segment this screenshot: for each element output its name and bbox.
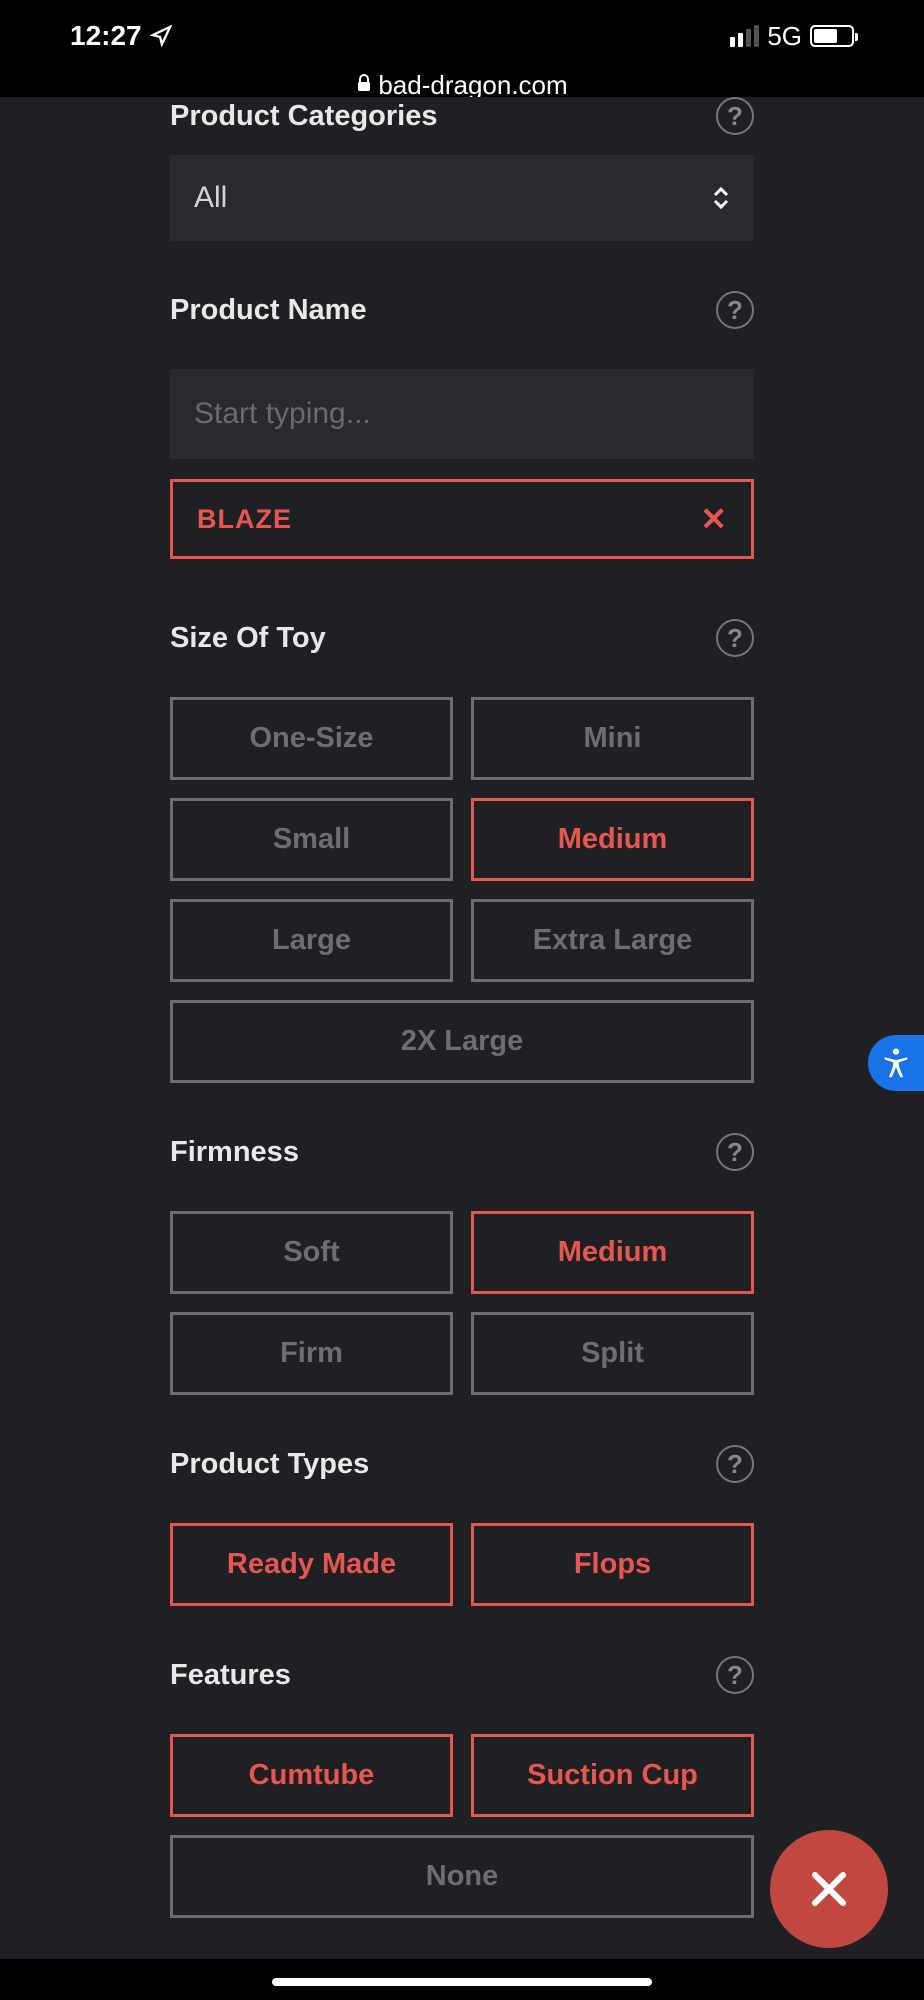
features-grid: Cumtube Suction Cup None: [170, 1734, 754, 1918]
help-icon[interactable]: ?: [716, 1445, 754, 1483]
help-icon[interactable]: ?: [716, 97, 754, 135]
size-title: Size Of Toy: [170, 622, 326, 655]
feature-option[interactable]: Suction Cup: [471, 1734, 754, 1817]
categories-title: Product Categories: [170, 100, 438, 133]
status-bar: 12:27 5G: [0, 0, 924, 62]
name-title: Product Name: [170, 294, 367, 327]
types-header: Product Types ?: [170, 1445, 754, 1503]
size-option[interactable]: One-Size: [170, 697, 453, 780]
chevron-updown-icon: [712, 186, 730, 210]
size-header: Size Of Toy ?: [170, 619, 754, 677]
firmness-option[interactable]: Split: [471, 1312, 754, 1395]
close-button[interactable]: [770, 1830, 888, 1948]
size-grid: One-Size Mini Small Medium Large Extra L…: [170, 697, 754, 1083]
lock-icon: [356, 74, 372, 97]
home-indicator[interactable]: [272, 1978, 652, 1986]
size-option[interactable]: Extra Large: [471, 899, 754, 982]
size-option[interactable]: 2X Large: [170, 1000, 754, 1083]
firmness-option[interactable]: Firm: [170, 1312, 453, 1395]
firmness-option[interactable]: Medium: [471, 1211, 754, 1294]
feature-option[interactable]: None: [170, 1835, 754, 1918]
size-option[interactable]: Medium: [471, 798, 754, 881]
feature-option[interactable]: Cumtube: [170, 1734, 453, 1817]
name-tag: BLAZE ✕: [170, 479, 754, 559]
tag-label: BLAZE: [197, 504, 292, 535]
firmness-option[interactable]: Soft: [170, 1211, 453, 1294]
size-option[interactable]: Small: [170, 798, 453, 881]
types-grid: Ready Made Flops: [170, 1523, 754, 1606]
categories-value: All: [194, 181, 227, 215]
name-input[interactable]: [170, 369, 754, 459]
accessibility-button[interactable]: [868, 1035, 924, 1091]
signal-icon: [730, 25, 759, 47]
type-option[interactable]: Flops: [471, 1523, 754, 1606]
close-icon[interactable]: ✕: [700, 500, 727, 538]
categories-header: Product Categories ?: [170, 97, 754, 155]
types-title: Product Types: [170, 1448, 369, 1481]
location-icon: [150, 25, 172, 47]
firmness-grid: Soft Medium Firm Split: [170, 1211, 754, 1395]
name-header: Product Name ?: [170, 291, 754, 349]
help-icon[interactable]: ?: [716, 619, 754, 657]
features-title: Features: [170, 1659, 291, 1692]
help-icon[interactable]: ?: [716, 1656, 754, 1694]
features-header: Features ?: [170, 1656, 754, 1714]
categories-dropdown[interactable]: All: [170, 155, 754, 241]
close-icon: [805, 1865, 853, 1913]
status-time: 12:27: [70, 20, 142, 52]
size-option[interactable]: Large: [170, 899, 453, 982]
network-label: 5G: [767, 21, 802, 52]
firmness-title: Firmness: [170, 1136, 299, 1169]
size-option[interactable]: Mini: [471, 697, 754, 780]
accessibility-icon: [879, 1046, 913, 1080]
status-left: 12:27: [70, 20, 172, 52]
firmness-header: Firmness ?: [170, 1133, 754, 1191]
status-right: 5G: [730, 21, 854, 52]
battery-icon: [810, 25, 854, 47]
help-icon[interactable]: ?: [716, 291, 754, 329]
help-icon[interactable]: ?: [716, 1133, 754, 1171]
type-option[interactable]: Ready Made: [170, 1523, 453, 1606]
content: Product Categories ? All Product Name ? …: [0, 97, 924, 1959]
